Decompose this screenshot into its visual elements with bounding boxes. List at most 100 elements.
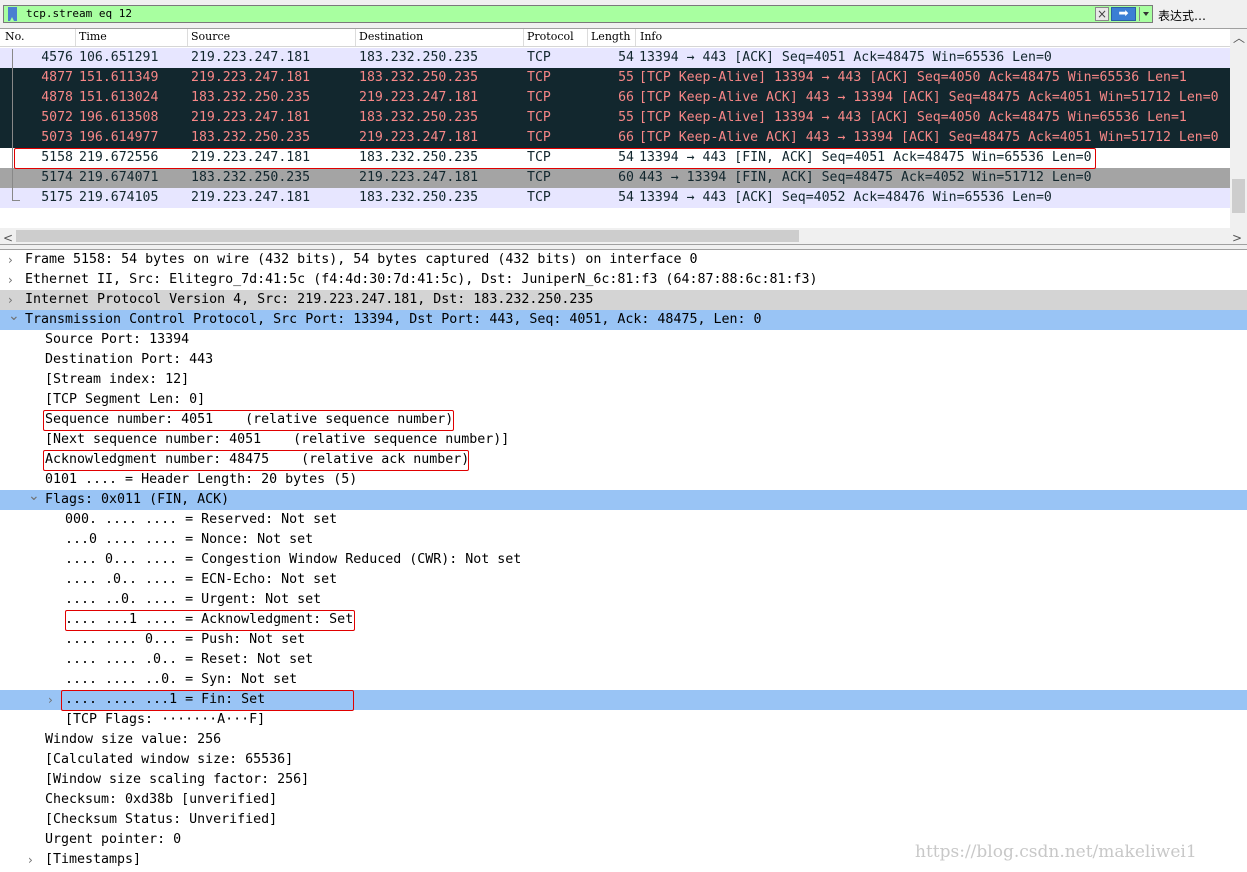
- expand-caret-icon[interactable]: ›: [8, 250, 13, 270]
- packet-time: 196.614977: [79, 130, 159, 145]
- column-header-protocol[interactable]: Protocol: [527, 30, 574, 44]
- packet-row[interactable]: 4576 106.651291 219.223.247.181 183.232.250…: [0, 48, 1230, 68]
- detail-row[interactable]: .... .... 0... = Push: Not set: [0, 630, 1247, 650]
- detail-text: Ethernet II, Src: Elitegro_7d:41:5c (f4:…: [25, 272, 818, 287]
- packet-row[interactable]: 5158 219.672556 219.223.247.181 183.232.250…: [0, 148, 1230, 168]
- packet-protocol: TCP: [527, 110, 551, 125]
- packet-source: 219.223.247.181: [191, 70, 311, 85]
- detail-row[interactable]: 0101 .... = Header Length: 20 bytes (5): [0, 470, 1247, 490]
- detail-row[interactable]: › .... .... ...1 = Fin: Set: [0, 690, 1247, 710]
- packet-info: [TCP Keep-Alive ACK] 443 → 13394 [ACK] S…: [639, 90, 1219, 105]
- detail-row[interactable]: .... .0.. .... = ECN-Echo: Not set: [0, 570, 1247, 590]
- detail-text: Checksum: 0xd38b [unverified]: [45, 792, 278, 807]
- detail-row[interactable]: [Calculated window size: 65536]: [0, 750, 1247, 770]
- clear-icon[interactable]: ×: [1095, 7, 1109, 21]
- detail-text: Urgent pointer: 0: [45, 832, 182, 847]
- packet-destination: 219.223.247.181: [359, 170, 479, 185]
- detail-row[interactable]: [Next sequence number: 4051 (relative se…: [0, 430, 1247, 450]
- detail-row[interactable]: .... .... .0.. = Reset: Not set: [0, 650, 1247, 670]
- detail-row[interactable]: Acknowledgment number: 48475 (relative a…: [0, 450, 1247, 470]
- detail-text: ...0 .... .... = Nonce: Not set: [65, 532, 314, 547]
- packet-list-vertical-scrollbar[interactable]: ︿: [1230, 29, 1247, 229]
- detail-row[interactable]: [TCP Segment Len: 0]: [0, 390, 1247, 410]
- packet-row[interactable]: 5073 196.614977 183.232.250.235 219.223.247…: [0, 128, 1230, 148]
- detail-text: [Stream index: 12]: [45, 372, 190, 387]
- detail-row[interactable]: ...0 .... .... = Nonce: Not set: [0, 530, 1247, 550]
- packet-row[interactable]: 4877 151.611349 219.223.247.181 183.232.250…: [0, 68, 1230, 88]
- packet-time: 106.651291: [79, 50, 159, 65]
- detail-text: Acknowledgment number: 48475 (relative a…: [45, 452, 470, 467]
- expand-caret-icon[interactable]: ›: [8, 270, 13, 290]
- detail-row[interactable]: .... .... ..0. = Syn: Not set: [0, 670, 1247, 690]
- detail-row[interactable]: [Stream index: 12]: [0, 370, 1247, 390]
- detail-row[interactable]: [Checksum Status: Unverified]: [0, 810, 1247, 830]
- detail-text: 000. .... .... = Reserved: Not set: [65, 512, 338, 527]
- column-header-source[interactable]: Source: [191, 30, 230, 44]
- packet-row[interactable]: 4878 151.613024 183.232.250.235 219.223.247…: [0, 88, 1230, 108]
- filter-history-dropdown[interactable]: [1139, 7, 1152, 21]
- detail-row[interactable]: .... 0... .... = Congestion Window Reduc…: [0, 550, 1247, 570]
- packet-no: 5158: [41, 150, 73, 165]
- scroll-left-icon[interactable]: <: [3, 231, 13, 245]
- expand-caret-icon[interactable]: ›: [48, 690, 53, 710]
- detail-row[interactable]: Destination Port: 443: [0, 350, 1247, 370]
- scroll-up-icon[interactable]: ︿: [1233, 29, 1245, 46]
- packet-list-horizontal-scrollbar[interactable]: < >: [0, 228, 1247, 245]
- apply-arrow-icon[interactable]: ➡: [1111, 7, 1136, 21]
- packet-length: 54: [618, 190, 634, 205]
- packet-info: [TCP Keep-Alive] 13394 → 443 [ACK] Seq=4…: [639, 70, 1187, 85]
- packet-destination: 183.232.250.235: [359, 190, 479, 205]
- detail-text: Transmission Control Protocol, Src Port:…: [25, 312, 762, 327]
- display-filter-toolbar: tcp.stream eq 12 × ➡ 表达式…: [0, 0, 1247, 28]
- expand-caret-icon[interactable]: ›: [28, 850, 33, 870]
- packet-time: 219.672556: [79, 150, 159, 165]
- detail-text: .... .0.. .... = ECN-Echo: Not set: [65, 572, 338, 587]
- column-header-length[interactable]: Length: [591, 30, 630, 44]
- detail-row[interactable]: .... ..0. .... = Urgent: Not set: [0, 590, 1247, 610]
- display-filter-text[interactable]: tcp.stream eq 12: [26, 7, 132, 21]
- packet-row[interactable]: 5175 219.674105 219.223.247.181 183.232.250…: [0, 188, 1230, 208]
- detail-text: Destination Port: 443: [45, 352, 214, 367]
- detail-row[interactable]: › Frame 5158: 54 bytes on wire (432 bits)…: [0, 250, 1247, 270]
- detail-text: [Calculated window size: 65536]: [45, 752, 294, 767]
- detail-text: .... .... ...1 = Fin: Set: [65, 692, 266, 707]
- packet-destination: 183.232.250.235: [359, 110, 479, 125]
- packet-protocol: TCP: [527, 170, 551, 185]
- scroll-right-icon[interactable]: >: [1232, 231, 1242, 245]
- packet-info: 13394 → 443 [ACK] Seq=4051 Ack=48475 Win…: [639, 50, 1052, 65]
- detail-row[interactable]: .... ...1 .... = Acknowledgment: Set: [0, 610, 1247, 630]
- bookmark-icon[interactable]: [8, 7, 17, 21]
- column-header-time[interactable]: Time: [79, 30, 107, 44]
- detail-text: [Checksum Status: Unverified]: [45, 812, 278, 827]
- display-filter-input[interactable]: tcp.stream eq 12 × ➡: [3, 5, 1153, 23]
- detail-text: [Next sequence number: 4051 (relative se…: [45, 432, 510, 447]
- collapse-caret-icon[interactable]: ⌄: [8, 306, 20, 326]
- collapse-caret-icon[interactable]: ⌄: [28, 486, 40, 506]
- detail-row[interactable]: 000. .... .... = Reserved: Not set: [0, 510, 1247, 530]
- vertical-scroll-thumb[interactable]: [1232, 179, 1245, 213]
- column-header-info[interactable]: Info: [640, 30, 662, 44]
- detail-row[interactable]: Source Port: 13394: [0, 330, 1247, 350]
- packet-row[interactable]: 5174 219.674071 183.232.250.235 219.223.247…: [0, 168, 1230, 188]
- packet-list-pane: No. Time Source Destination Protocol Len…: [0, 28, 1247, 245]
- detail-row[interactable]: [Window size scaling factor: 256]: [0, 770, 1247, 790]
- expression-button[interactable]: 表达式…: [1158, 7, 1206, 24]
- detail-row[interactable]: Sequence number: 4051 (relative sequence…: [0, 410, 1247, 430]
- packet-no: 5073: [41, 130, 73, 145]
- packet-source: 219.223.247.181: [191, 150, 311, 165]
- packet-row[interactable]: 5072 196.613508 219.223.247.181 183.232.250…: [0, 108, 1230, 128]
- detail-row[interactable]: ⌄ Transmission Control Protocol, Src Port…: [0, 308, 1247, 330]
- conversation-bracket: [12, 49, 13, 201]
- detail-row[interactable]: › Internet Protocol Version 4, Src: 219.2…: [0, 290, 1247, 310]
- packet-length: 55: [618, 70, 634, 85]
- detail-row[interactable]: ⌄ Flags: 0x011 (FIN, ACK): [0, 488, 1247, 510]
- detail-text: .... 0... .... = Congestion Window Reduc…: [65, 552, 522, 567]
- horizontal-scroll-thumb[interactable]: [16, 230, 799, 242]
- detail-row[interactable]: › Ethernet II, Src: Elitegro_7d:41:5c (f4…: [0, 270, 1247, 290]
- detail-text: .... .... 0... = Push: Not set: [65, 632, 306, 647]
- column-header-no[interactable]: No.: [5, 30, 25, 44]
- column-header-destination[interactable]: Destination: [359, 30, 423, 44]
- detail-row[interactable]: Window size value: 256: [0, 730, 1247, 750]
- detail-row[interactable]: [TCP Flags: ·······A···F]: [0, 710, 1247, 730]
- detail-row[interactable]: Checksum: 0xd38b [unverified]: [0, 790, 1247, 810]
